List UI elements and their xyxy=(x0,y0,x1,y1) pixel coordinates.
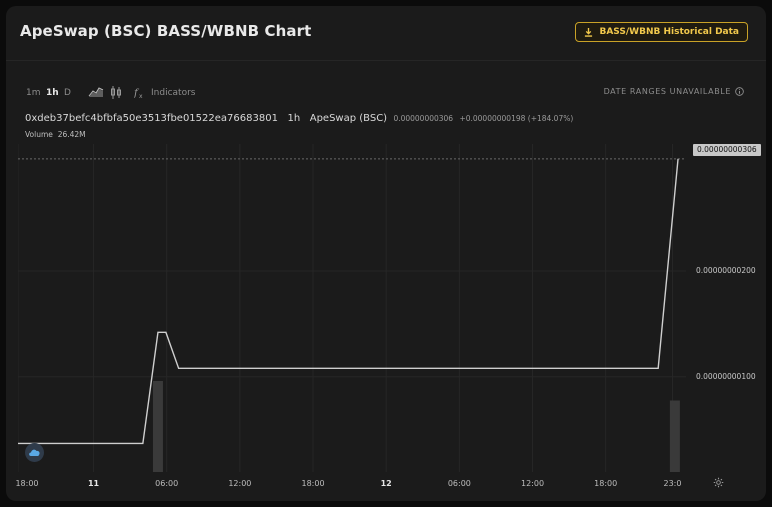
date-ranges-notice: DATE RANGES UNAVAILABLE xyxy=(604,87,744,96)
x-tick-label: 18:00 xyxy=(594,479,618,488)
legend-volume-row: Volume 26.42M xyxy=(25,130,86,139)
legend-symbol-row: 0xdeb37befc4bfbfa50e3513fbe01522ea766838… xyxy=(25,113,573,124)
x-tick-label: 12:00 xyxy=(228,479,252,488)
price-chart[interactable]: 0.00000000306 0.00000000100 0.00000000200… xyxy=(15,144,761,494)
chart-card: ApeSwap (BSC) BASS/WBNB Chart BASS/WBNB … xyxy=(6,6,766,501)
interval-1h[interactable]: 1h xyxy=(46,88,59,98)
chart-header: ApeSwap (BSC) BASS/WBNB Chart BASS/WBNB … xyxy=(6,6,766,61)
cloud-icon xyxy=(29,449,40,456)
x-tick-label: 23:0 xyxy=(663,479,682,488)
x-tick-label: 12:00 xyxy=(520,479,545,488)
x-tick-label: 06:00 xyxy=(447,479,471,488)
indicators-button[interactable]: Indicators xyxy=(151,88,195,98)
price-line[interactable] xyxy=(18,158,679,445)
info-icon[interactable] xyxy=(735,87,744,96)
interval-1m[interactable]: 1m xyxy=(26,88,41,98)
svg-text:x: x xyxy=(139,93,143,99)
interval-d[interactable]: D xyxy=(64,88,71,98)
volume-bar[interactable] xyxy=(152,381,163,472)
volume-bar[interactable] xyxy=(669,400,680,473)
date-ranges-label: DATE RANGES UNAVAILABLE xyxy=(603,87,731,96)
legend-exchange: ApeSwap (BSC) xyxy=(309,113,388,124)
x-tick-label: 18:00 xyxy=(15,479,39,488)
volume-label: Volume xyxy=(25,130,53,139)
candlestick-icon[interactable] xyxy=(110,86,122,99)
x-tick-label: 11 xyxy=(87,479,100,488)
pair-address: 0xdeb37befc4bfbfa50e3513fbe01522ea766838… xyxy=(25,113,278,124)
indicators-icon[interactable]: f x xyxy=(134,86,146,99)
price-chart-canvas[interactable] xyxy=(17,144,758,494)
y-tick-label: 0.00000000200 xyxy=(696,265,756,275)
download-icon xyxy=(585,27,593,37)
y-tick-label: 0.00000000100 xyxy=(696,371,756,381)
page-title: ApeSwap (BSC) BASS/WBNB Chart xyxy=(20,22,312,40)
area-chart-icon[interactable] xyxy=(88,86,104,98)
historical-data-button[interactable]: BASS/WBNB Historical Data xyxy=(575,22,748,42)
legend-price: 0.00000000306 xyxy=(393,114,454,123)
apeswap-logo[interactable] xyxy=(25,443,44,462)
chart-toolbar: 1m 1h D f x Indicators DATE RANGES UNAVA… xyxy=(6,84,766,104)
historical-data-label: BASS/WBNB Historical Data xyxy=(599,27,739,37)
last-price-tag: 0.00000000306 xyxy=(693,144,761,156)
volume-value: 26.42M xyxy=(57,130,86,139)
x-tick-label: 12 xyxy=(380,479,392,488)
x-tick-label: 18:00 xyxy=(301,479,325,488)
gear-icon[interactable] xyxy=(713,477,724,488)
x-tick-label: 06:00 xyxy=(155,479,179,488)
chart-legend: 0xdeb37befc4bfbfa50e3513fbe01522ea766838… xyxy=(18,110,758,144)
legend-change: +0.00000000198 (+184.07%) xyxy=(459,114,574,123)
legend-interval: 1h xyxy=(287,113,301,124)
